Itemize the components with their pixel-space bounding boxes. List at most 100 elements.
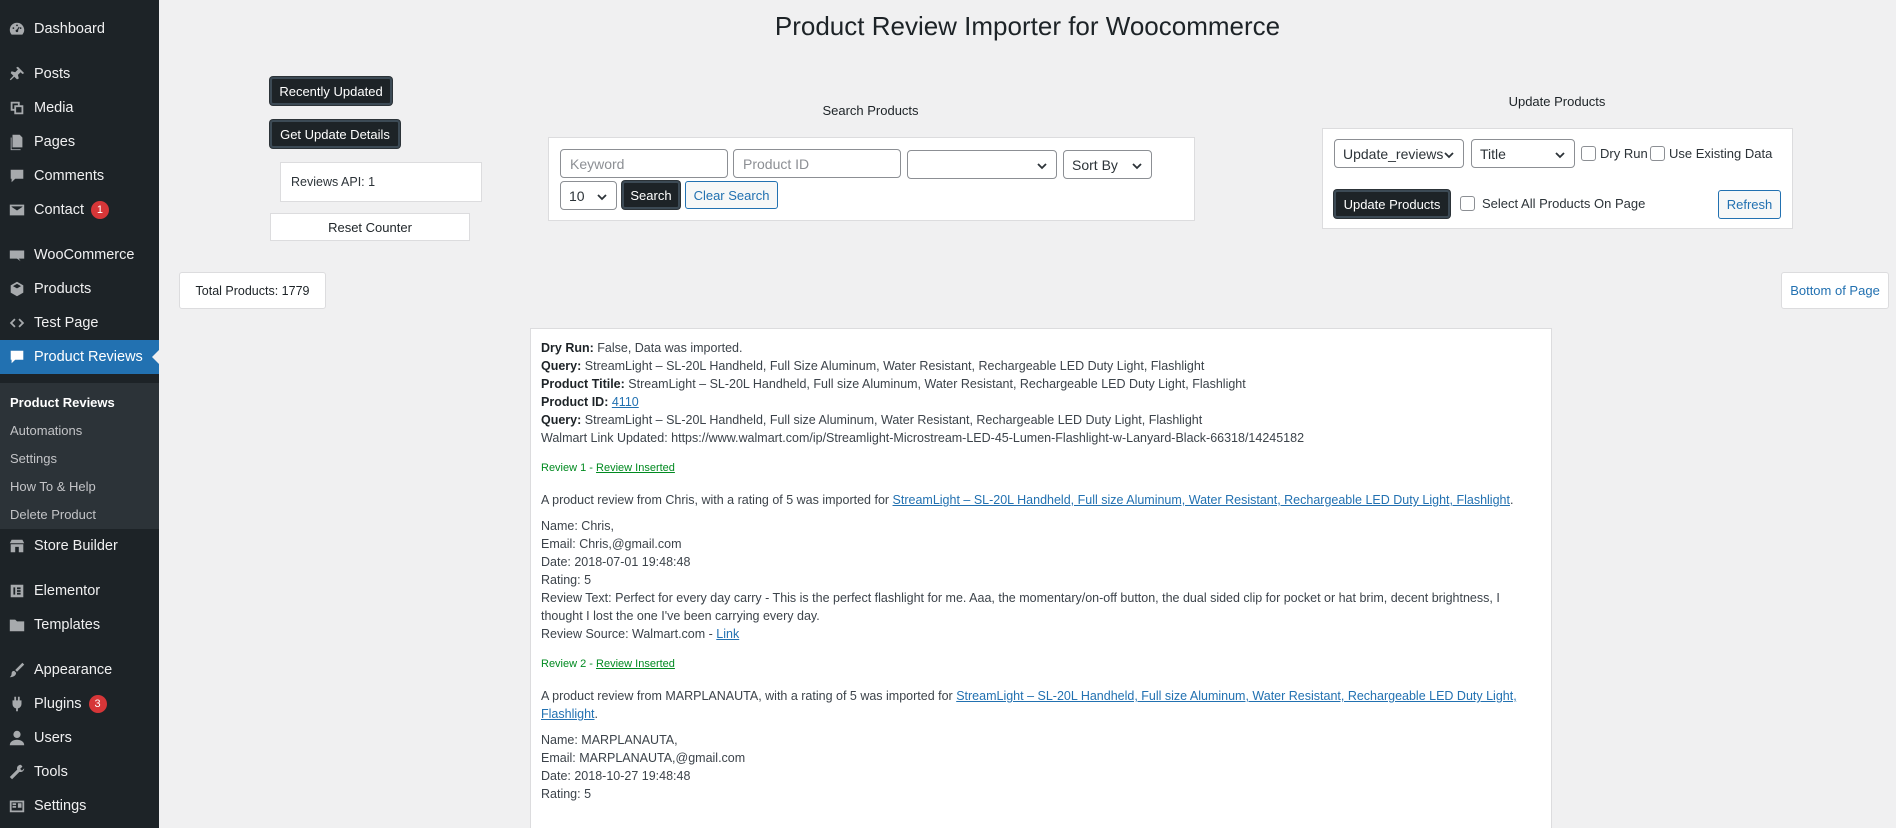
product-id-input[interactable] bbox=[733, 149, 901, 178]
plug-icon bbox=[0, 695, 34, 713]
sidebar-item-media[interactable]: Media bbox=[0, 91, 159, 125]
use-existing-data-checkbox[interactable] bbox=[1650, 146, 1665, 161]
import-log: Dry Run: False, Data was imported. Query… bbox=[530, 328, 1552, 828]
sidebar-item-label: Settings bbox=[34, 798, 87, 814]
review-email: Email: Chris,@gmail.com bbox=[541, 537, 682, 551]
log-line-product-title: Product Titile: StreamLight – SL-20L Han… bbox=[541, 377, 1246, 391]
sidebar-item-test-page[interactable]: Test Page bbox=[0, 306, 159, 340]
comment-icon bbox=[0, 348, 34, 366]
submenu-settings[interactable]: Settings bbox=[10, 451, 57, 466]
review-name: Name: MARPLANAUTA, bbox=[541, 733, 678, 747]
sidebar-item-contact[interactable]: Contact 1 bbox=[0, 193, 159, 227]
mail-icon bbox=[0, 201, 34, 219]
folder-icon bbox=[0, 616, 34, 634]
sidebar-item-label: Posts bbox=[34, 66, 71, 82]
category-select[interactable] bbox=[907, 150, 1057, 179]
sidebar-item-label: Elementor bbox=[34, 583, 101, 599]
clear-search-button[interactable]: Clear Search bbox=[685, 181, 778, 209]
log-line-walmart: Walmart Link Updated: https://www.walmar… bbox=[541, 431, 1305, 445]
select-all-products-checkbox[interactable] bbox=[1460, 196, 1475, 211]
per-page-select[interactable]: 10 bbox=[560, 181, 617, 210]
dashboard-icon bbox=[0, 20, 34, 38]
dry-run-label: Dry Run bbox=[1600, 146, 1648, 161]
sidebar-item-woocommerce[interactable]: WooCommerce bbox=[0, 238, 159, 272]
update-field-select-value: Title bbox=[1480, 145, 1506, 162]
chevron-down-icon bbox=[1443, 148, 1455, 160]
sidebar-item-product-reviews[interactable]: Product Reviews bbox=[0, 340, 160, 374]
search-button[interactable]: Search bbox=[622, 181, 680, 209]
log-line-query-2: Query: StreamLight – SL-20L Handheld, Fu… bbox=[541, 413, 1203, 427]
update-field-select[interactable]: Title bbox=[1471, 139, 1575, 168]
select-all-products-label: Select All Products On Page bbox=[1482, 196, 1646, 211]
sidebar-item-label: Product Reviews bbox=[34, 349, 143, 365]
sidebar-item-comments[interactable]: Comments bbox=[0, 159, 159, 193]
elementor-icon bbox=[0, 582, 34, 600]
sidebar-item-label: Plugins bbox=[34, 696, 82, 712]
submenu-delete-product[interactable]: Delete Product bbox=[10, 507, 96, 522]
review-date: Date: 2018-10-27 19:48:48 bbox=[541, 769, 691, 783]
chevron-down-icon bbox=[1554, 148, 1566, 160]
box-icon bbox=[0, 280, 34, 298]
per-page-select-value: 10 bbox=[569, 187, 585, 204]
keyword-input[interactable] bbox=[560, 149, 728, 178]
review-source: Review Source: Walmart.com - Link bbox=[541, 627, 740, 641]
chevron-down-icon bbox=[1131, 159, 1143, 171]
sidebar-item-label: WooCommerce bbox=[34, 247, 135, 263]
sidebar-item-templates[interactable]: Templates bbox=[0, 608, 159, 642]
review-source-link[interactable]: Link bbox=[716, 627, 739, 641]
page-title: Product Review Importer for Woocommerce bbox=[774, 11, 1281, 41]
submenu-product-reviews[interactable]: Product Reviews bbox=[10, 395, 115, 410]
review-intro: A product review from Chris, with a rati… bbox=[541, 493, 1514, 507]
sidebar-item-label: Templates bbox=[34, 617, 101, 633]
log-line-dry-run: Dry Run: False, Data was imported. bbox=[541, 341, 743, 355]
wrench-icon bbox=[0, 763, 34, 781]
sidebar-item-pages[interactable]: Pages bbox=[0, 125, 159, 159]
search-products-heading: Search Products bbox=[822, 103, 919, 118]
product-link[interactable]: StreamLight – SL-20L Handheld, Full size… bbox=[893, 493, 1510, 507]
comment-icon bbox=[0, 167, 34, 185]
sidebar-item-plugins[interactable]: Plugins 3 bbox=[0, 687, 159, 721]
review-heading: Review 1 - Review Inserted bbox=[541, 462, 675, 474]
sidebar-item-tools[interactable]: Tools bbox=[0, 755, 159, 789]
update-products-button[interactable]: Update Products bbox=[1334, 190, 1450, 218]
review-heading: Review 2 - Review Inserted bbox=[541, 658, 675, 670]
sidebar-item-label: Test Page bbox=[34, 315, 99, 331]
product-reviews-submenu: Product Reviews Automations Settings How… bbox=[0, 383, 159, 529]
update-action-select[interactable]: Update_reviews bbox=[1334, 139, 1464, 168]
product-id-link[interactable]: 4110 bbox=[612, 395, 639, 409]
sidebar-item-elementor[interactable]: Elementor bbox=[0, 574, 159, 608]
sidebar-item-products[interactable]: Products bbox=[0, 272, 159, 306]
woo-icon bbox=[0, 246, 34, 264]
bottom-of-page-button[interactable]: Bottom of Page bbox=[1781, 272, 1889, 309]
update-action-select-value: Update_reviews bbox=[1343, 145, 1444, 162]
reset-counter-button[interactable]: Reset Counter bbox=[270, 213, 470, 241]
log-line-query: Query: StreamLight – SL-20L Handheld, Fu… bbox=[541, 359, 1205, 373]
sidebar-item-appearance[interactable]: Appearance bbox=[0, 653, 159, 687]
plugins-count-badge: 3 bbox=[88, 695, 107, 713]
submenu-how-to-help[interactable]: How To & Help bbox=[10, 479, 96, 494]
log-line-product-id: Product ID: 4110 bbox=[541, 395, 639, 409]
dry-run-checkbox[interactable] bbox=[1581, 146, 1596, 161]
review-rating: Rating: 5 bbox=[541, 787, 592, 801]
settings-icon bbox=[0, 797, 34, 815]
sidebar-item-users[interactable]: Users bbox=[0, 721, 159, 755]
use-existing-data-label: Use Existing Data bbox=[1669, 146, 1773, 161]
sidebar-item-store-builder[interactable]: Store Builder bbox=[0, 529, 159, 563]
review-name: Name: Chris, bbox=[541, 519, 614, 533]
user-icon bbox=[0, 729, 34, 747]
get-update-details-button[interactable]: Get Update Details bbox=[270, 120, 400, 148]
submenu-automations[interactable]: Automations bbox=[10, 423, 82, 438]
chevron-down-icon bbox=[596, 190, 608, 202]
review-status-link[interactable]: Review Inserted bbox=[596, 462, 675, 474]
sidebar-item-posts[interactable]: Posts bbox=[0, 57, 159, 91]
reviews-api-counter: Reviews API: 1 bbox=[280, 162, 482, 202]
review-email: Email: MARPLANAUTA,@gmail.com bbox=[541, 751, 746, 765]
sidebar-item-settings[interactable]: Settings bbox=[0, 789, 159, 823]
sort-by-select[interactable]: Sort By bbox=[1063, 150, 1152, 179]
admin-sidebar: Product Reviews Automations Settings How… bbox=[0, 0, 160, 828]
refresh-button[interactable]: Refresh bbox=[1718, 190, 1781, 219]
sidebar-item-label: Dashboard bbox=[34, 21, 105, 37]
recently-updated-button[interactable]: Recently Updated bbox=[270, 77, 392, 105]
sidebar-item-dashboard[interactable]: Dashboard bbox=[0, 12, 159, 46]
review-status-link[interactable]: Review Inserted bbox=[596, 658, 675, 670]
